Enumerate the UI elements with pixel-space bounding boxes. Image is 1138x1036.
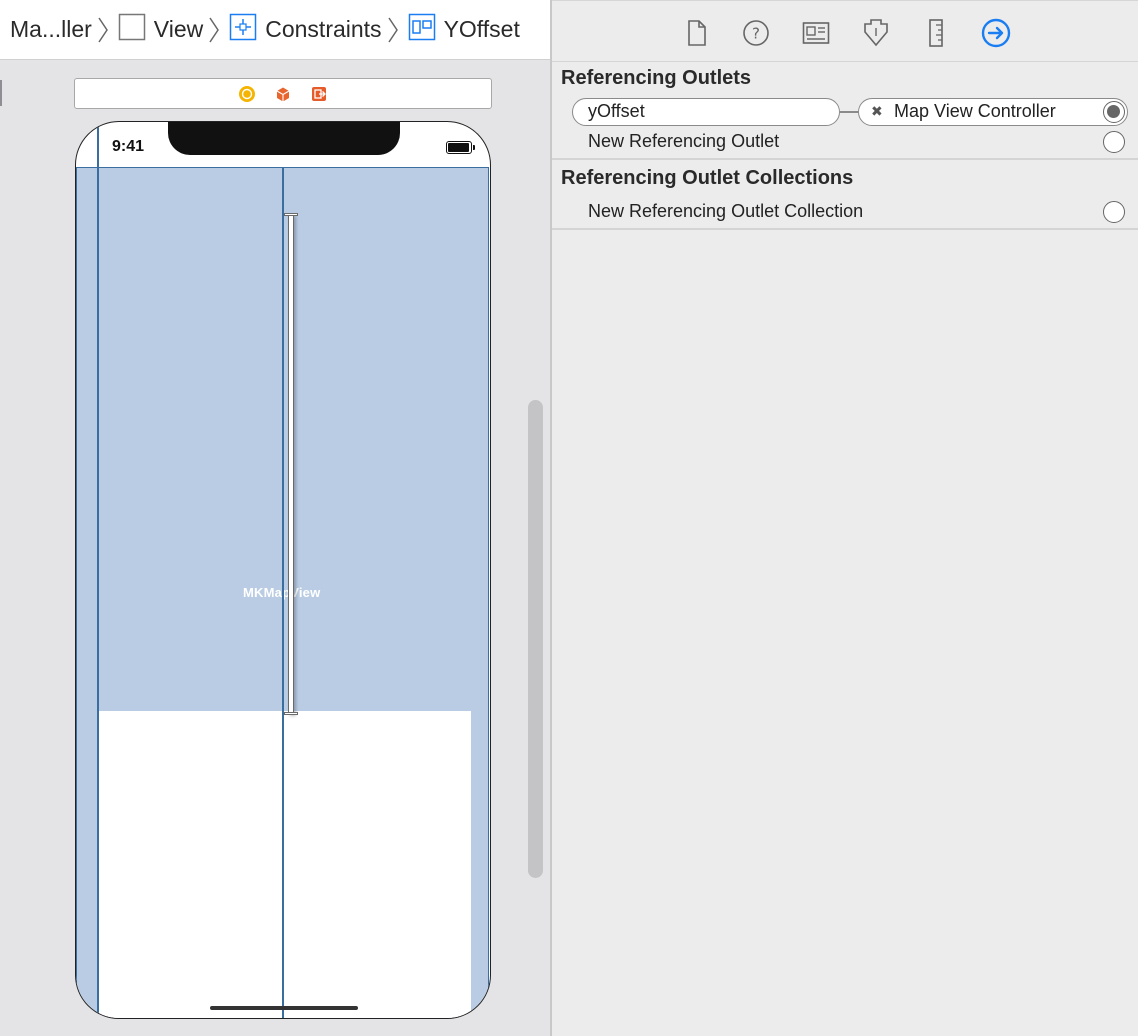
new-referencing-outlet-collection-label: New Referencing Outlet Collection (588, 201, 864, 221)
breadcrumb-label: View (153, 16, 204, 42)
new-referencing-outlet-label: New Referencing Outlet (588, 131, 780, 151)
attributes-inspector-icon[interactable] (861, 18, 891, 48)
canvas-area[interactable]: Ma...ller View Constraints YOffset 9:41 (0, 0, 550, 1036)
outlet-name-pill[interactable]: yOffset (572, 98, 840, 126)
inspector-tab-bar: ? (552, 0, 1138, 62)
new-referencing-outlet-collection-radio[interactable] (1103, 201, 1125, 223)
constraints-icon (229, 13, 257, 47)
view-icon (118, 13, 146, 47)
outlet-target-pill[interactable]: ✖ Map View Controller (858, 98, 1128, 126)
constraint-icon (408, 13, 436, 47)
connections-inspector: ? Referencing Outlets yOffset ✖ Map View… (552, 0, 1138, 1036)
referencing-outlets-title: Referencing Outlets (561, 67, 752, 89)
section-divider (552, 158, 1138, 160)
selection-guide-left (97, 123, 99, 1018)
first-responder-icon[interactable] (274, 85, 292, 103)
file-inspector-icon[interactable] (682, 18, 712, 48)
device-frame: 9:41 MKMapView (75, 121, 491, 1019)
new-referencing-outlet-radio[interactable] (1103, 131, 1125, 153)
exit-icon[interactable] (310, 85, 328, 103)
breadcrumb-item-constraints[interactable]: Constraints (229, 0, 382, 59)
home-indicator (210, 1006, 358, 1010)
vertical-scrollbar[interactable] (528, 400, 543, 878)
chevron-right-icon (96, 16, 110, 44)
map-view[interactable]: MKMapView (76, 123, 489, 1018)
left-edge-marker (0, 80, 2, 106)
device-notch (168, 122, 400, 155)
size-inspector-icon[interactable] (921, 18, 951, 48)
constraint-bar (288, 214, 294, 714)
breadcrumb-item-view-controller[interactable]: Ma...ller (0, 0, 92, 59)
section-divider (552, 228, 1138, 230)
constraint-cap-top (284, 213, 298, 216)
referencing-outlet-collections-title: Referencing Outlet Collections (561, 167, 854, 189)
remove-connection-icon[interactable]: ✖ (871, 99, 883, 124)
connections-inspector-icon[interactable] (981, 18, 1011, 48)
outlet-target-name: Map View Controller (894, 101, 1056, 121)
yoffset-constraint[interactable] (284, 213, 298, 715)
breadcrumb-label: Ma...ller (10, 16, 92, 42)
breadcrumb-item-view[interactable]: View (118, 0, 204, 59)
quick-help-icon[interactable]: ? (741, 18, 771, 48)
jump-bar: Ma...ller View Constraints YOffset (0, 0, 550, 60)
view-controller-icon (0, 16, 4, 44)
breadcrumb-item-yoffset[interactable]: YOffset (408, 0, 520, 59)
scene-dock[interactable] (74, 78, 492, 109)
chevron-right-icon (207, 16, 221, 44)
bottom-panel-view[interactable] (97, 711, 471, 1018)
status-bar-time: 9:41 (112, 138, 145, 155)
identity-inspector-icon[interactable] (801, 18, 831, 48)
outlet-connector-line (840, 111, 860, 113)
breadcrumb-label: Constraints (265, 16, 382, 42)
breadcrumb-label: YOffset (443, 16, 520, 42)
constraint-cap-bottom (284, 712, 298, 715)
battery-icon (446, 141, 475, 154)
svg-text:?: ? (752, 25, 760, 43)
outlet-name: yOffset (588, 101, 645, 121)
outlet-connected-radio[interactable] (1103, 101, 1125, 123)
view-controller-icon[interactable] (238, 85, 256, 103)
chevron-right-icon (386, 16, 400, 44)
